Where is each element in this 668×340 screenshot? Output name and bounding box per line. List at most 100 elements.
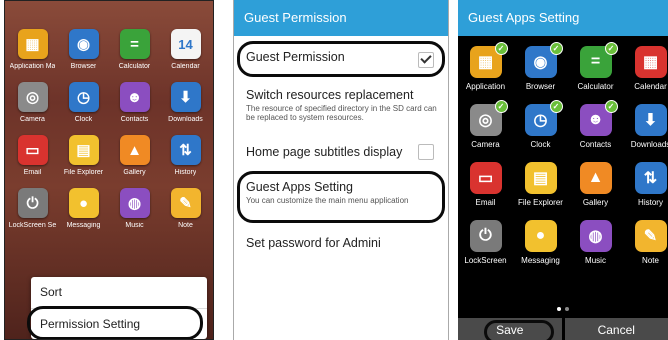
selected-check-icon: ✓ [549, 100, 563, 113]
guest-app-history[interactable]: ⇅ History [623, 162, 668, 207]
contacts-icon: ☻ ✓ [579, 100, 618, 136]
launcher-app-history[interactable]: ⇅ History [160, 135, 211, 176]
camera-icon: ◎ [17, 82, 48, 112]
guest-app-gallery[interactable]: ▲ Gallery [568, 162, 623, 207]
guest-app-lockscreen[interactable]: ⏻ LockScreen [458, 220, 513, 265]
launcher-app-contacts[interactable]: ☻ Contacts [109, 82, 160, 123]
guest-app-calendar[interactable]: ▦ Calendar [623, 46, 668, 91]
launcher-app-gallery[interactable]: ▲ Gallery [109, 135, 160, 176]
browser-icon: ◉ ✓ [524, 42, 563, 78]
guest-apps-title: Guest Apps Setting [458, 0, 668, 36]
guest-app-messaging[interactable]: ● Messaging [513, 220, 568, 265]
app-label: Browser [525, 82, 556, 91]
browser-icon: ◉ [68, 29, 99, 59]
app-glyph: ⇅ [643, 170, 658, 187]
setting-subtitle: The resource of specified directory in t… [246, 104, 437, 122]
guest-app-calculator[interactable]: = ✓ Calculator [568, 42, 623, 91]
launcher-app-calendar[interactable]: 14 Calendar [160, 29, 211, 70]
guest-app-clock[interactable]: ◷ ✓ Clock [513, 100, 568, 149]
menu-item-sort[interactable]: Sort [31, 277, 207, 308]
calendar-icon: ▦ [634, 46, 667, 78]
music-icon: ◍ [119, 188, 150, 218]
app-label: Gallery [582, 198, 609, 207]
email-icon: ▭ [469, 162, 502, 194]
launcher-app-downloads[interactable]: ⬇ Downloads [160, 82, 211, 123]
app-glyph: ◍ [588, 228, 603, 245]
calculator-icon: = ✓ [579, 42, 618, 78]
clock-icon: ◷ ✓ [524, 100, 563, 136]
page-indicator [557, 307, 569, 311]
app-label: Camera [20, 116, 45, 123]
app-glyph: ⬇ [643, 112, 658, 129]
clock-icon: ◷ [68, 82, 99, 112]
options-popup-menu: Sort Permission Setting [31, 277, 207, 339]
launcher-app-camera[interactable]: ◎ Camera [7, 82, 58, 123]
guest-permission-checkbox[interactable] [418, 52, 434, 68]
launcher-app-note[interactable]: ✎ Note [160, 188, 211, 229]
setting-home-subtitles[interactable]: Home page subtitles display [234, 145, 448, 159]
app-label: Contacts [120, 116, 149, 123]
app-label: File Explorer [518, 198, 563, 207]
app-label: LockScreen [464, 256, 507, 265]
calculator-icon: = [119, 29, 150, 59]
calendar-icon: 14 [170, 29, 201, 59]
app-label: Gallery [123, 169, 146, 176]
guest-app-note[interactable]: ✎ Note [623, 220, 668, 265]
app-label: History [638, 198, 663, 207]
launcher-app-music[interactable]: ◍ Music [109, 188, 160, 229]
file-explorer-icon: ▤ [68, 135, 99, 165]
app-label: Messaging [521, 256, 560, 265]
app-glyph: ✎ [643, 228, 658, 245]
app-label: Calendar [634, 82, 667, 91]
app-label: Clock [530, 140, 551, 149]
home-subtitles-checkbox[interactable] [418, 144, 434, 160]
guest-app-music[interactable]: ◍ Music [568, 220, 623, 265]
launcher-app-messaging[interactable]: ● Messaging [58, 188, 109, 229]
lockscreen-icon: ⏻ [17, 188, 48, 218]
history-icon: ⇅ [170, 135, 201, 165]
guest-app-browser[interactable]: ◉ ✓ Browser [513, 42, 568, 91]
launcher-app-lockscreen[interactable]: ⏻ LockScreen Se [7, 188, 58, 229]
menu-item-permission-setting[interactable]: Permission Setting [31, 308, 207, 339]
save-button[interactable]: Save [458, 318, 562, 340]
guest-app-downloads[interactable]: ⬇ Downloads [623, 104, 668, 149]
app-label: Messaging [66, 222, 101, 229]
app-label: Camera [471, 140, 500, 149]
app-label: Application Ma [9, 63, 56, 70]
history-icon: ⇅ [634, 162, 667, 194]
guest-app-camera[interactable]: ◎ ✓ Camera [458, 100, 513, 149]
guest-app-email[interactable]: ▭ Email [458, 162, 513, 207]
downloads-icon: ⬇ [634, 104, 667, 136]
setting-guest-permission[interactable]: Guest Permission [234, 50, 448, 64]
launcher-app-application-manager[interactable]: ▦ Application Ma [7, 29, 58, 70]
setting-title: Home page subtitles display [246, 145, 403, 159]
guest-permission-title: Guest Permission [234, 0, 448, 36]
app-label: File Explorer [63, 169, 104, 176]
setting-switch-resources[interactable]: Switch resources replacement The resourc… [234, 88, 448, 122]
setting-title: Guest Apps Setting [246, 180, 354, 194]
launcher-app-email[interactable]: ▭ Email [7, 135, 58, 176]
setting-set-password[interactable]: Set password for Admini [234, 236, 448, 250]
launcher-app-file-explorer[interactable]: ▤ File Explorer [58, 135, 109, 176]
app-label: Music [585, 256, 606, 265]
setting-guest-apps[interactable]: Guest Apps Setting You can customize the… [234, 180, 448, 205]
guest-app-file-explorer[interactable]: ▤ File Explorer [513, 162, 568, 207]
guest-app-contacts[interactable]: ☻ ✓ Contacts [568, 100, 623, 149]
app-label: Calculator [118, 63, 151, 70]
launcher-app-clock[interactable]: ◷ Clock [58, 82, 109, 123]
launcher-app-browser[interactable]: ◉ Browser [58, 29, 109, 70]
launcher-app-calculator[interactable]: = Calculator [109, 29, 160, 70]
messaging-icon: ● [524, 220, 557, 252]
cancel-button[interactable]: Cancel [564, 318, 668, 340]
setting-title: Set password for Admini [246, 236, 381, 250]
app-glyph: ▲ [587, 169, 604, 186]
selected-check-icon: ✓ [494, 42, 508, 55]
app-glyph: ▦ [477, 54, 494, 71]
guest-app-grid: ▦ ✓ Application ◉ ✓ Browser = ✓ Calculator ▦ Calen… [458, 42, 668, 265]
email-icon: ▭ [17, 135, 48, 165]
app-label: Email [23, 169, 42, 176]
selected-check-icon: ✓ [604, 100, 618, 113]
guest-app-application-manager[interactable]: ▦ ✓ Application [458, 42, 513, 91]
app-label: Music [125, 222, 144, 229]
page-dot-active [557, 307, 561, 311]
